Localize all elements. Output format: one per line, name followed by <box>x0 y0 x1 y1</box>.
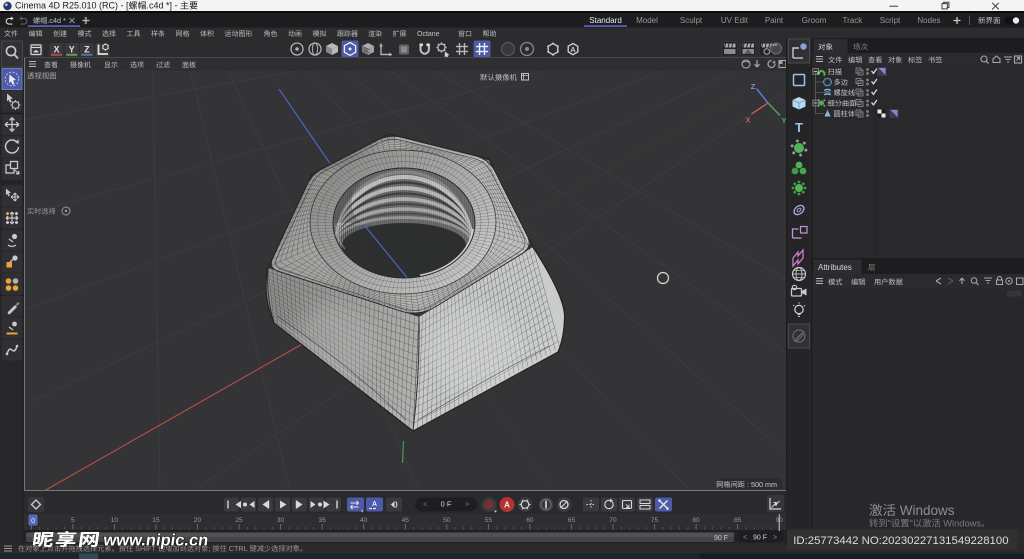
svg-text:T: T <box>795 120 803 135</box>
svg-text:0: 0 <box>31 518 35 525</box>
svg-text:40: 40 <box>360 517 368 524</box>
svg-text:A: A <box>504 501 510 510</box>
svg-text:": " <box>910 519 913 529</box>
svg-text:<: < <box>743 535 747 542</box>
svg-text:.c4d *: .c4d * <box>47 16 66 25</box>
svg-text:www.nipic.cn: www.nipic.cn <box>101 531 209 550</box>
svg-text:Octane: Octane <box>417 31 440 38</box>
svg-text:: 500 mm: : 500 mm <box>745 480 777 489</box>
svg-text:": " <box>888 519 891 529</box>
svg-text:50: 50 <box>443 517 451 524</box>
svg-text:5: 5 <box>71 517 75 524</box>
svg-text:35: 35 <box>319 517 327 524</box>
svg-text:Z: Z <box>84 45 90 55</box>
svg-text:UV Edit: UV Edit <box>721 16 749 25</box>
svg-text:90 F: 90 F <box>714 535 728 542</box>
svg-text:15: 15 <box>152 517 160 524</box>
svg-text:20: 20 <box>194 517 202 524</box>
svg-text:Z: Z <box>751 82 756 91</box>
svg-text:Attributes: Attributes <box>818 263 852 272</box>
svg-text:Windows: Windows <box>896 503 955 518</box>
svg-text:Nodes: Nodes <box>917 16 940 25</box>
svg-text:Cinema 4D R25.010 (RC) - [: Cinema 4D R25.010 (RC) - [ <box>15 1 129 11</box>
svg-text:85: 85 <box>734 517 742 524</box>
svg-text:90 F: 90 F <box>753 535 767 542</box>
svg-text:<: < <box>423 500 428 509</box>
svg-text:65: 65 <box>568 517 576 524</box>
svg-text:Track: Track <box>843 16 864 25</box>
svg-text:.c4d *] -: .c4d *] - <box>147 1 181 11</box>
svg-text:25: 25 <box>235 517 243 524</box>
svg-text:ID:25773442 NO:202302271315492: ID:25773442 NO:20230227131549228100 <box>793 535 1008 547</box>
svg-text:Paint: Paint <box>765 16 784 25</box>
svg-text:>: > <box>773 535 777 542</box>
svg-text:>: > <box>465 500 470 509</box>
svg-text:Sculpt: Sculpt <box>680 16 703 25</box>
svg-text:70: 70 <box>609 517 617 524</box>
svg-text:Y: Y <box>69 45 75 55</box>
svg-text:0 F: 0 F <box>441 500 452 509</box>
svg-text:Standard: Standard <box>589 16 621 25</box>
svg-text:45: 45 <box>402 517 410 524</box>
svg-text:80: 80 <box>692 517 700 524</box>
svg-text:;: ; <box>208 544 212 553</box>
svg-text:Windows: Windows <box>941 519 982 529</box>
svg-text:A: A <box>372 501 377 508</box>
svg-text:Y: Y <box>782 116 787 125</box>
svg-text:Script: Script <box>880 16 901 25</box>
svg-text:X: X <box>746 116 751 125</box>
svg-text:Groom: Groom <box>802 16 827 25</box>
svg-text:55: 55 <box>485 517 493 524</box>
svg-text:Model: Model <box>636 16 658 25</box>
svg-text:CTRL: CTRL <box>227 544 250 553</box>
svg-text:75: 75 <box>651 517 659 524</box>
svg-text:30: 30 <box>277 517 285 524</box>
svg-text:60: 60 <box>526 517 534 524</box>
svg-text:10: 10 <box>111 517 119 524</box>
svg-text:X: X <box>54 45 60 55</box>
svg-text:A: A <box>570 45 576 54</box>
